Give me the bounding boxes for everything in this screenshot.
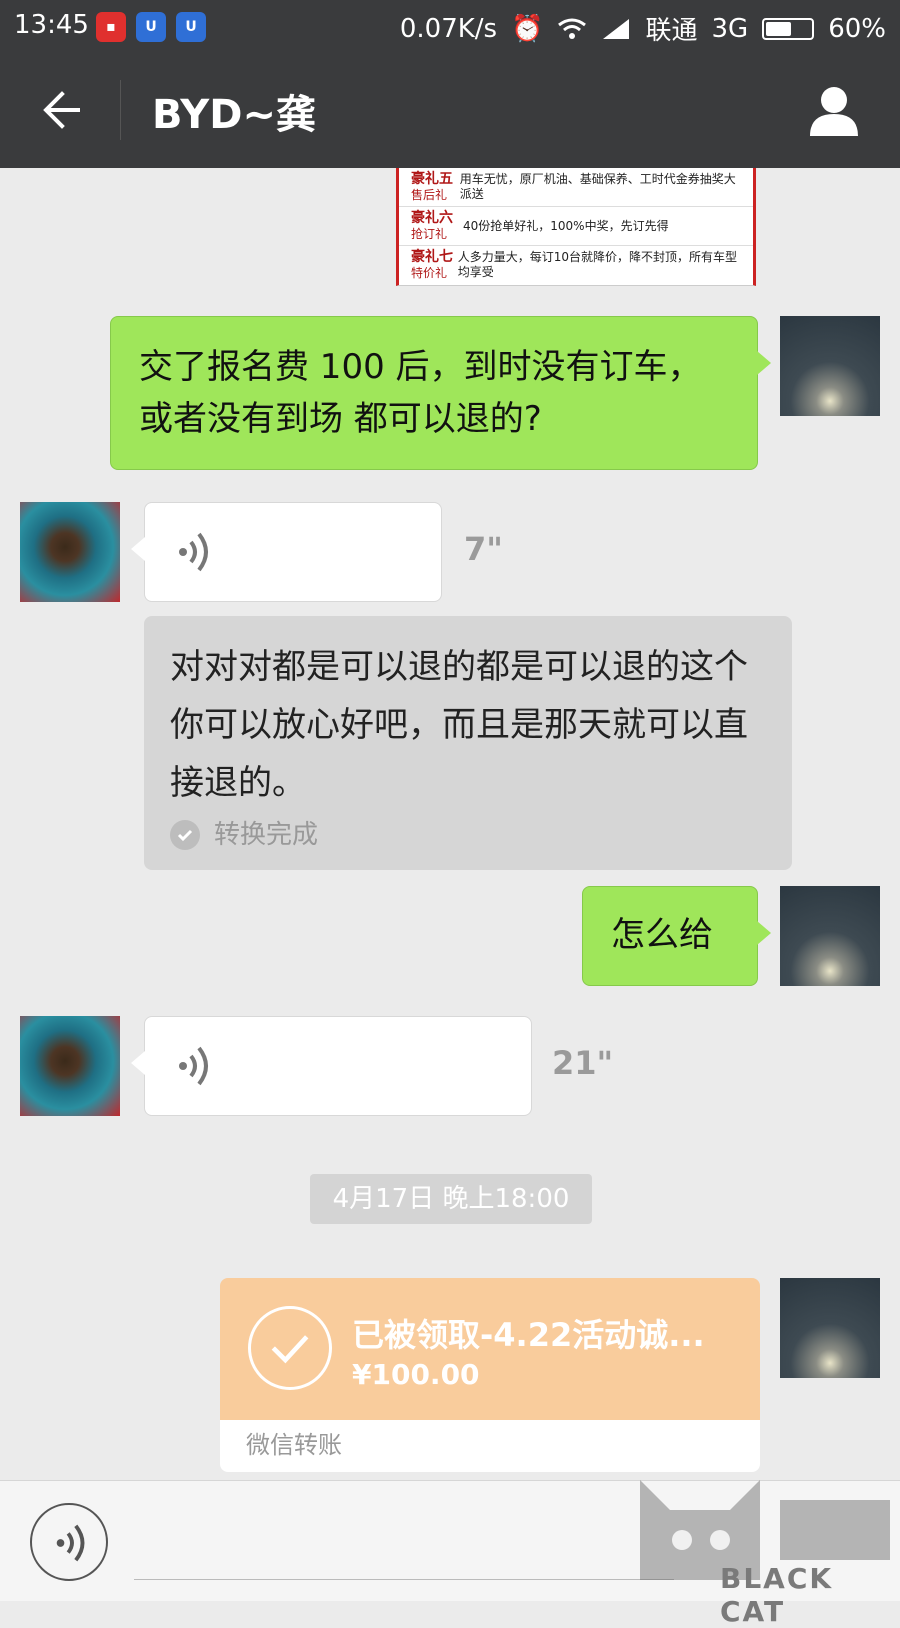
voice-transcript[interactable]: 对对对都是可以退的都是可以退的这个你可以放心好吧，而且是那天就可以直接退的。 转… (144, 616, 792, 870)
status-bar: 13:45 ▪ U U 0.07K/s ⏰ 联通 3G 60% (0, 0, 900, 52)
baidu-icon: U (176, 12, 206, 42)
carrier-name: 联通 (645, 16, 698, 46)
baidu-icon: U (136, 12, 166, 42)
poster-row-desc: 40份抢单好礼，100%中奖，先订先得 (463, 218, 669, 233)
contact-avatar[interactable] (20, 502, 120, 602)
transcript-status-label: 转换完成 (214, 820, 319, 850)
voice-wave-icon (56, 1524, 85, 1562)
poster-row-title: 豪礼六 (411, 210, 453, 226)
transcript-status: 转换完成 (170, 820, 766, 850)
wifi-icon (558, 18, 587, 39)
message-text: 怎么给 (611, 915, 713, 955)
message-input[interactable] (134, 1579, 674, 1580)
poster-row-sub: 特价礼 (411, 266, 448, 280)
my-message-bubble[interactable]: 交了报名费 100 后，到时没有订车，或者没有到场 都可以退的? (110, 316, 771, 470)
my-avatar[interactable] (780, 886, 880, 986)
my-avatar[interactable] (780, 316, 880, 416)
voice-message-bubble[interactable] (131, 502, 442, 602)
check-icon (170, 820, 200, 850)
network-type: 3G (711, 13, 749, 44)
check-circle-icon (248, 1306, 332, 1390)
app-notification-icon: ▪ (96, 12, 126, 42)
blackcat-watermark: BLACK CAT (610, 1450, 900, 1628)
network-speed: 0.07K/s (399, 13, 498, 44)
poster-row-title: 豪礼七 (411, 249, 453, 265)
poster-row-title: 豪礼五 (411, 171, 453, 187)
chat-header: BYD~龚 (0, 52, 900, 168)
poster-row: 豪礼七 特价礼 人多力量大，每订10台就降价，降不封顶，所有车型均享受 (399, 246, 753, 284)
voice-duration: 21" (552, 1044, 614, 1082)
voice-message-bubble[interactable] (131, 1016, 532, 1116)
user-icon[interactable] (804, 80, 864, 140)
transcript-text: 对对对都是可以退的都是可以退的这个你可以放心好吧，而且是那天就可以直接退的。 (170, 647, 748, 803)
my-avatar[interactable] (780, 1278, 880, 1378)
voice-wave-icon (179, 532, 208, 572)
poster-row-desc: 人多力量大，每订10台就降价，降不封顶，所有车型均享受 (457, 250, 737, 279)
header-divider (120, 80, 121, 140)
arrow-left-icon[interactable] (36, 82, 92, 138)
chat-area[interactable]: 豪礼五 售后礼 用车无忧，原厂机油、基础保养、工时代金券抽奖大派送 豪礼六 抢订礼 … (0, 168, 900, 1480)
status-time: 13:45 (14, 10, 89, 40)
poster-row: 豪礼五 售后礼 用车无忧，原厂机油、基础保养、工时代金券抽奖大派送 (399, 168, 753, 207)
transfer-amount: ¥100.00 (352, 1358, 480, 1391)
chat-title: BYD~龚 (152, 92, 316, 138)
alarm-icon: ⏰ (511, 13, 544, 44)
chat-timestamp: 4月17日 晚上18:00 (310, 1174, 592, 1224)
poster-row: 豪礼六 抢订礼 40份抢单好礼，100%中奖，先订先得 (399, 207, 753, 246)
battery-percent: 60% (828, 13, 886, 44)
poster-row-sub: 抢订礼 (411, 227, 448, 241)
voice-input-button[interactable] (30, 1503, 108, 1581)
poster-row-desc: 用车无忧，原厂机油、基础保养、工时代金券抽奖大派送 (459, 172, 736, 201)
voice-wave-icon (179, 1046, 208, 1086)
battery-icon (762, 17, 815, 40)
voice-duration: 7" (464, 530, 503, 568)
message-text: 交了报名费 100 后，到时没有订车，或者没有到场 都可以退的? (139, 347, 702, 439)
transfer-body: 已被领取-4.22活动诚... ¥100.00 (220, 1278, 760, 1420)
signal-icon (603, 18, 630, 39)
wechat-transfer-card[interactable]: 已被领取-4.22活动诚... ¥100.00 微信转账 (220, 1278, 760, 1472)
contact-avatar[interactable] (20, 1016, 120, 1116)
poster-row-sub: 售后礼 (411, 188, 448, 202)
poster-image[interactable]: 豪礼五 售后礼 用车无忧，原厂机油、基础保养、工时代金券抽奖大派送 豪礼六 抢订礼 … (396, 168, 756, 286)
watermark-text: BLACK CAT (720, 1562, 834, 1628)
transfer-title: 已被领取-4.22活动诚... (352, 1316, 705, 1354)
my-message-bubble[interactable]: 怎么给 (582, 886, 771, 986)
